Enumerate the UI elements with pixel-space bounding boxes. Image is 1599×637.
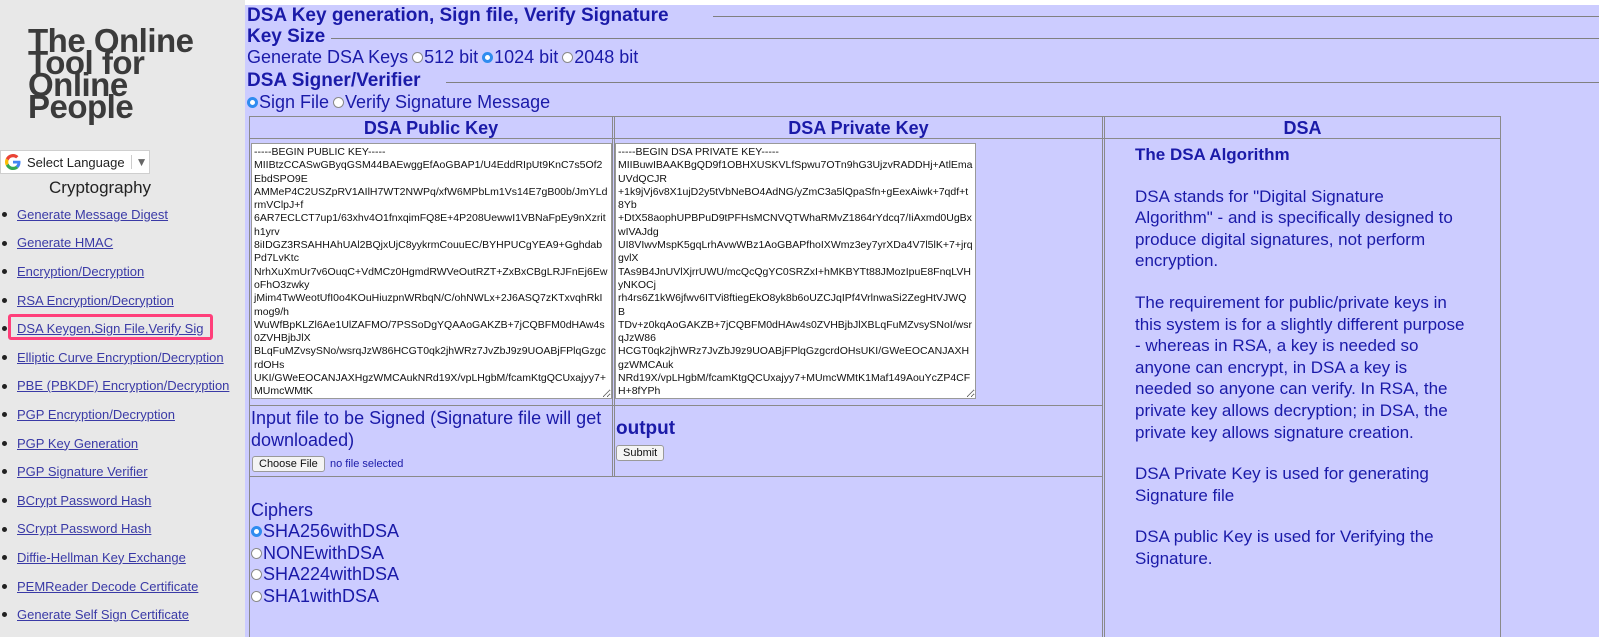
table-border (249, 476, 1103, 477)
nav-link[interactable]: BCrypt Password Hash (17, 493, 151, 508)
cipher-label: NONEwithDSA (263, 543, 385, 563)
site-logo[interactable]: The Online Tool for Online People (28, 24, 228, 125)
description-paragraph: DSA public Key is used for Verifying the… (1135, 527, 1434, 568)
language-select-label: Select Language (27, 154, 125, 170)
table-border (249, 116, 250, 637)
description-paragraph: DSA Private Key is used for generating S… (1135, 464, 1429, 505)
nav-list: Generate Message Digest Generate HMAC En… (0, 200, 229, 629)
cipher-option: NONEwithDSA (251, 543, 384, 564)
fieldset-border (331, 38, 1599, 39)
choose-file-button[interactable]: Choose File (252, 456, 325, 472)
nav-item: Diffie-Hellman Key Exchange (0, 543, 229, 572)
main-form: DSA Key generation, Sign file, Verify Si… (245, 5, 1599, 637)
private-key-header: DSA Private Key (788, 118, 929, 138)
public-key-header: DSA Public Key (363, 118, 499, 138)
cipher-option: SHA224withDSA (251, 564, 399, 585)
description-title: The DSA Algorithm (1135, 145, 1290, 164)
nav-item-active: DSA Keygen,Sign File,Verify Sig (0, 314, 229, 343)
radio-512[interactable] (412, 52, 424, 63)
nav-item: SCrypt Password Hash (0, 515, 229, 544)
language-select[interactable]: Select Language ▼ (0, 150, 150, 174)
table-border (1102, 116, 1103, 637)
cipher-option: SHA256withDSA (251, 521, 399, 542)
nav-item: PGP Signature Verifier (0, 457, 229, 486)
radio-sign-file[interactable] (247, 97, 258, 108)
nav-item: RSA Encryption/Decryption (0, 286, 229, 315)
nav-item: Encryption/Decryption (0, 257, 229, 286)
radio-nonewithdsa[interactable] (251, 548, 262, 559)
radio-512-label: 512 bit (424, 47, 479, 67)
description-paragraph: The requirement for public/private keys … (1135, 292, 1465, 442)
nav-item: Generate Message Digest (0, 200, 229, 229)
active-highlight (8, 314, 213, 341)
nav-link[interactable]: Generate Message Digest (17, 207, 168, 222)
nav-item: PEMReader Decode Certificate (0, 572, 229, 601)
logo-line: People (28, 88, 134, 125)
signer-mode-row: Sign File Verify Signature Message (247, 92, 550, 113)
radio-1024-label: 1024 bit (494, 47, 559, 67)
key-size-label: Generate DSA Keys (247, 47, 409, 67)
radio-sha256withdsa[interactable] (251, 526, 262, 537)
radio-verify-signature-label: Verify Signature Message (345, 92, 551, 112)
signer-legend: DSA Signer/Verifier (247, 70, 424, 92)
submit-button[interactable]: Submit (616, 445, 665, 461)
table-border (249, 116, 1501, 117)
nav-link[interactable]: PGP Encryption/Decryption (17, 407, 175, 422)
private-key-textarea[interactable]: -----BEGIN DSA PRIVATE KEY----- MIIBuwIB… (615, 143, 976, 399)
nav-link[interactable]: PBE (PBKDF) Encryption/Decryption (17, 378, 229, 393)
nav-link[interactable]: SCrypt Password Hash (17, 521, 151, 536)
nav-link[interactable]: Generate Self Sign Certificate (17, 607, 189, 622)
nav-item: Generate Self Sign Certificate (0, 600, 229, 629)
table-border (249, 405, 1103, 406)
public-key-textarea[interactable]: -----BEGIN PUBLIC KEY----- MIIBtzCCASwGB… (251, 143, 612, 399)
fieldset-border (446, 82, 1599, 83)
cipher-label: SHA224withDSA (263, 564, 400, 584)
nav-item: Generate HMAC (0, 229, 229, 258)
radio-2048[interactable] (562, 52, 574, 63)
table-border (1500, 116, 1501, 637)
table-border (1104, 116, 1105, 637)
nav-link[interactable]: PGP Signature Verifier (17, 464, 148, 479)
nav-item: Elliptic Curve Encryption/Decryption (0, 343, 229, 372)
nav-item: BCrypt Password Hash (0, 486, 229, 515)
input-file-label: Input file to be Signed (Signature file … (251, 408, 602, 450)
google-icon (5, 154, 21, 170)
nav-item: PBE (PBKDF) Encryption/Decryption (0, 372, 229, 401)
radio-2048-label: 2048 bit (574, 47, 639, 67)
nav-link[interactable]: Generate HMAC (17, 235, 113, 250)
nav-link[interactable]: PGP Key Generation (17, 436, 138, 451)
cipher-option: SHA1withDSA (251, 586, 379, 607)
caret-down-icon: ▼ (130, 155, 147, 169)
fieldset-border (713, 16, 1599, 17)
description-paragraph: DSA stands for "Digital Signature Algori… (1135, 186, 1453, 271)
radio-sign-file-label: Sign File (259, 92, 330, 112)
nav-link[interactable]: Encryption/Decryption (17, 264, 144, 279)
nav-link[interactable]: PEMReader Decode Certificate (17, 579, 198, 594)
radio-1024[interactable] (482, 52, 494, 63)
nav-link[interactable]: Diffie-Hellman Key Exchange (17, 550, 186, 565)
dsa-header: DSA (1283, 118, 1322, 138)
nav-item: PGP Encryption/Decryption (0, 400, 229, 429)
cipher-label: SHA1withDSA (263, 586, 380, 606)
file-status: no file selected (330, 458, 404, 470)
sidebar: The Online Tool for Online People Select… (0, 0, 245, 637)
nav-link[interactable]: Elliptic Curve Encryption/Decryption (17, 350, 224, 365)
output-label: output (616, 418, 676, 439)
page-title: DSA Key generation, Sign file, Verify Si… (247, 5, 672, 27)
nav-item: PGP Key Generation (0, 429, 229, 458)
ciphers-label: Ciphers (251, 500, 314, 520)
dsa-description: The DSA Algorithm DSA stands for "Digita… (1135, 144, 1465, 590)
cipher-label: SHA256withDSA (263, 521, 400, 541)
nav-link[interactable]: RSA Encryption/Decryption (17, 293, 174, 308)
radio-sha1withdsa[interactable] (251, 591, 262, 602)
key-size-row: Generate DSA Keys 512 bit 1024 bit 2048 … (247, 47, 638, 68)
table-border (612, 116, 613, 477)
key-size-legend: Key Size (247, 26, 329, 48)
radio-verify-signature[interactable] (333, 97, 345, 108)
section-title: Cryptography (49, 178, 152, 197)
radio-sha224withdsa[interactable] (251, 569, 262, 580)
